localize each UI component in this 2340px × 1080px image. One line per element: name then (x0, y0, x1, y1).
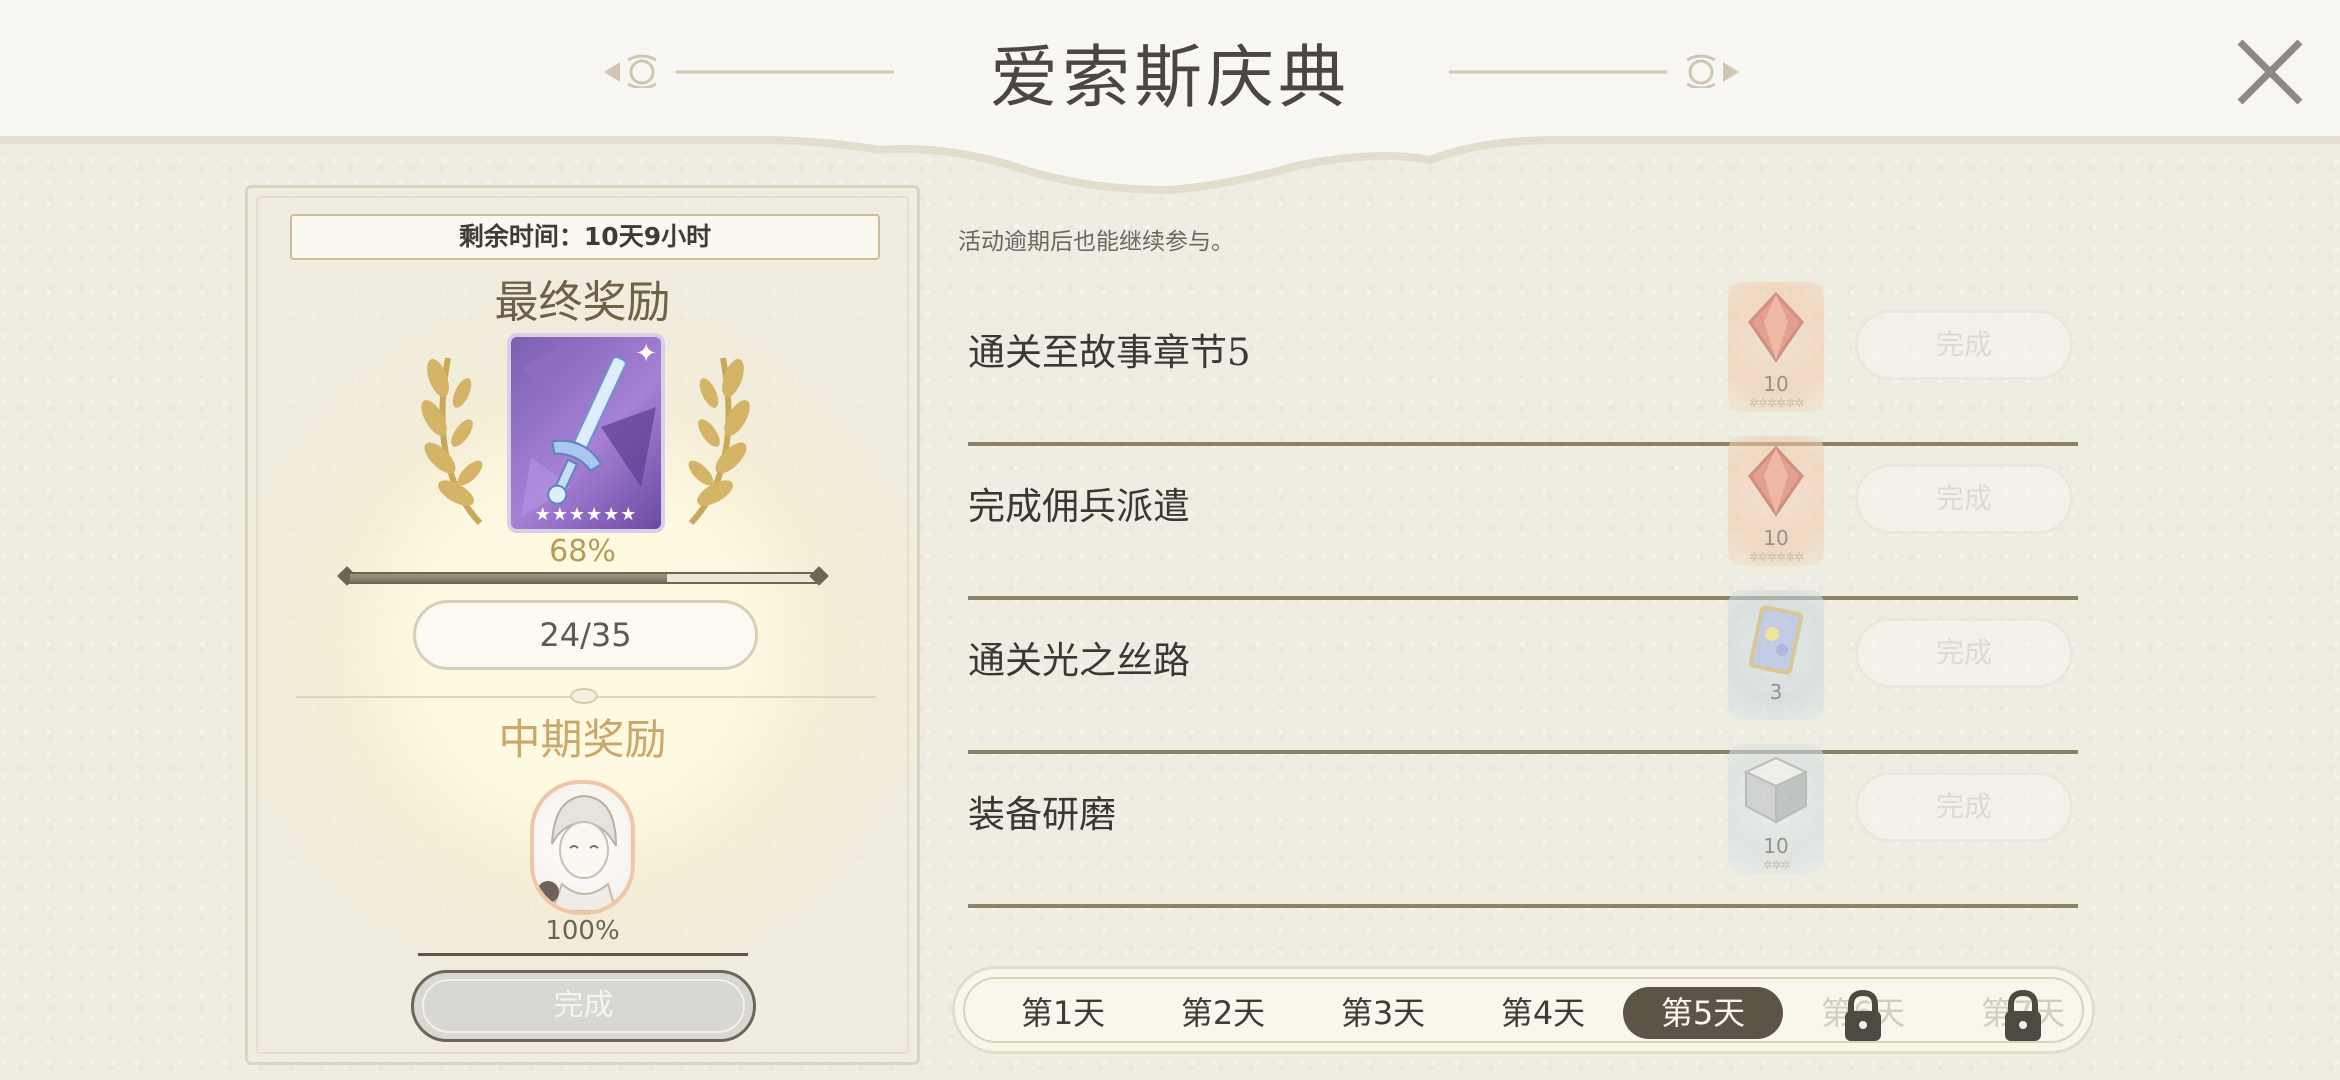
card-item-icon (1748, 605, 1804, 675)
close-icon (2237, 39, 2303, 105)
mid-reward-percent: 100% (545, 916, 620, 946)
laurel-left-icon (421, 357, 483, 526)
red-crystal-icon (1748, 291, 1804, 363)
reward-count: 10 (1763, 372, 1789, 396)
reward-stars: ✲✲✲ (1762, 858, 1790, 872)
task-reward-item[interactable]: 3 (1728, 590, 1824, 720)
header-bar: 爱索斯庆典 (0, 0, 2340, 195)
title-ornament-right (1449, 54, 1739, 88)
lock-icon (1845, 989, 1881, 1041)
character-portrait-icon (537, 794, 618, 911)
task-complete-button[interactable]: 完成 (1855, 464, 2073, 534)
task-row: 装备研磨 10 ✲✲✲ 完成 (968, 744, 2078, 908)
reward-count: 10 (1763, 526, 1789, 550)
sparkle-icon: ✦ (635, 339, 657, 369)
final-progress-bar (348, 572, 818, 584)
red-crystal-icon (1748, 445, 1804, 517)
final-reward-card[interactable]: ✦ ★★★★★★ (507, 333, 665, 533)
task-name: 装备研磨 (968, 793, 1116, 836)
task-complete-button[interactable]: 完成 (1855, 310, 2073, 380)
tab-day-7[interactable]: 第7天 (1943, 987, 2103, 1041)
final-reward-title: 最终奖励 (494, 277, 671, 328)
complete-label: 完成 (553, 988, 614, 1023)
mid-progress-bar (418, 953, 748, 956)
task-complete-button[interactable]: 完成 (1855, 618, 2073, 688)
task-divider (968, 904, 2078, 908)
task-name: 完成佣兵派遣 (968, 485, 1190, 528)
task-row: 完成佣兵派遣 10 ✲✲✲✲✲✲ 完成 (968, 436, 2078, 600)
mid-reward-portrait[interactable] (530, 780, 635, 915)
reward-count: 3 (1769, 680, 1783, 704)
task-row: 通关光之丝路 3 完成 (968, 590, 2078, 754)
task-name: 通关至故事章节5 (968, 331, 1251, 374)
gray-cube-icon (1743, 756, 1809, 824)
laurel-right-icon (688, 357, 750, 526)
reward-panel: 剩余时间：10天9小时 最终奖励 ✦ ★★★★★★ 68% 24/35 中期奖励… (245, 185, 920, 1065)
remaining-time: 剩余时间：10天9小时 (290, 214, 880, 260)
tab-day-6[interactable]: 第6天 (1783, 987, 1943, 1041)
tab-day-2[interactable]: 第2天 (1143, 987, 1303, 1039)
reward-stars: ✲✲✲✲✲✲ (1748, 396, 1804, 410)
divider-ornament (570, 688, 598, 704)
task-row: 通关至故事章节5 10 ✲✲✲✲✲✲ 完成 (968, 282, 2078, 446)
page-title: 爱索斯庆典 (989, 39, 1350, 118)
final-progress-fill (350, 574, 667, 582)
final-reward-percent: 68% (549, 534, 616, 569)
reward-count: 10 (1763, 834, 1789, 858)
lock-icon (2005, 989, 2041, 1041)
task-reward-item[interactable]: 10 ✲✲✲✲✲✲ (1728, 436, 1824, 566)
task-reward-item[interactable]: 10 ✲✲✲ (1728, 744, 1824, 874)
tab-day-4[interactable]: 第4天 (1463, 987, 1623, 1039)
task-reward-item[interactable]: 10 ✲✲✲✲✲✲ (1728, 282, 1824, 412)
tab-day-5[interactable]: 第5天 (1623, 987, 1783, 1039)
progress-count: 24/35 (413, 600, 758, 670)
mid-reward-complete-button[interactable]: 完成 (411, 970, 756, 1042)
event-note: 活动逾期后也能继续参与。 (958, 229, 1234, 255)
task-name: 通关光之丝路 (968, 639, 1190, 682)
close-button[interactable] (2230, 32, 2310, 112)
reward-stars: ✲✲✲✲✲✲ (1748, 550, 1804, 564)
title-ornament-left (604, 54, 894, 88)
day-tab-bar: 第1天 第2天 第3天 第4天 第5天 第6天 第7天 (952, 966, 2095, 1054)
tab-day-1[interactable]: 第1天 (983, 987, 1143, 1039)
task-complete-button[interactable]: 完成 (1855, 772, 2073, 842)
card-stars: ★★★★★★ (534, 504, 638, 525)
tab-day-3[interactable]: 第3天 (1303, 987, 1463, 1039)
mid-reward-title: 中期奖励 (498, 715, 667, 764)
